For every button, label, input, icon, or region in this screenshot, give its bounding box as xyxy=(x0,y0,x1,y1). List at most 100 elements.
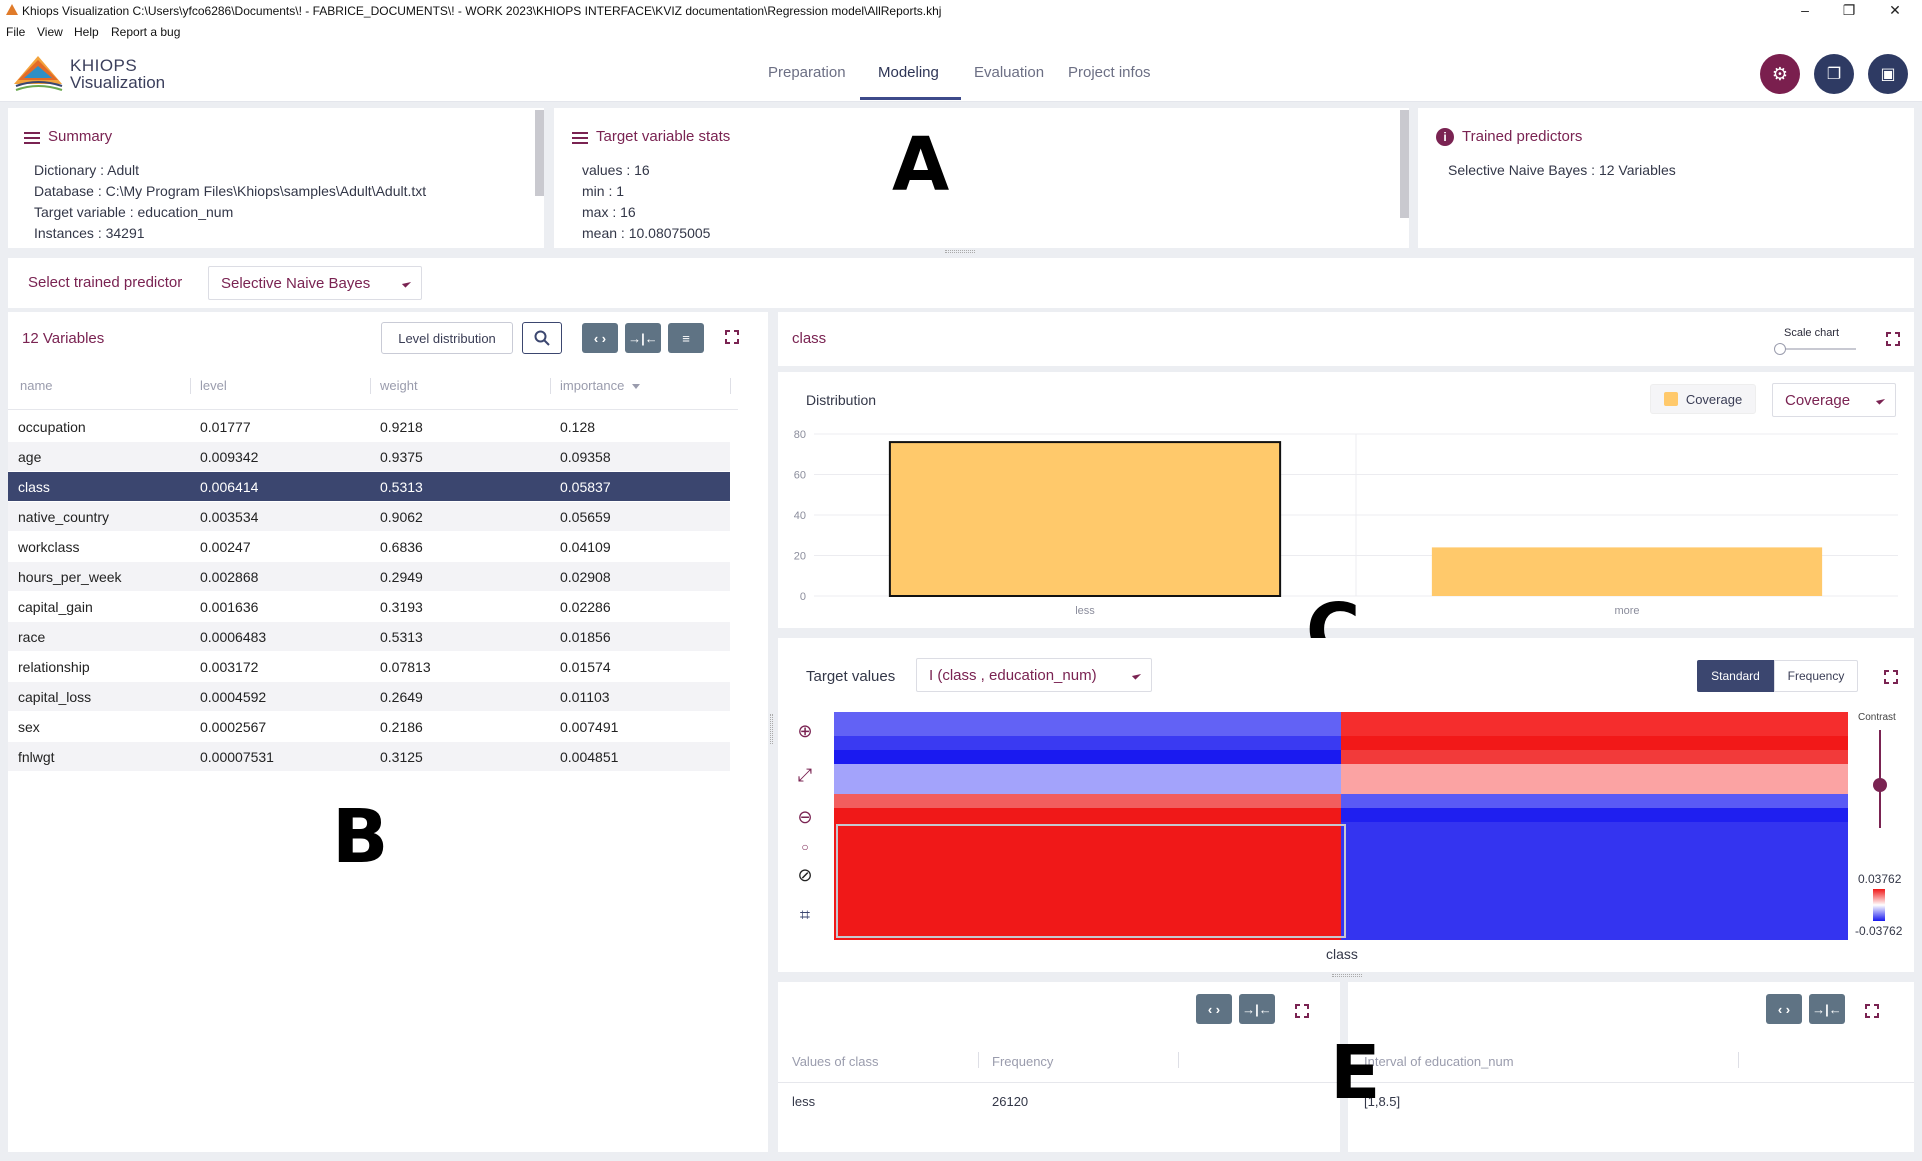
tab-preparation[interactable]: Preparation xyxy=(768,64,846,81)
restore-icon[interactable]: ❐ xyxy=(1840,2,1858,20)
row-name: relationship xyxy=(18,659,90,675)
fit-columns-button[interactable]: →|← xyxy=(1239,994,1275,1024)
fullscreen-icon[interactable] xyxy=(1884,670,1898,684)
row-weight: 0.9375 xyxy=(380,449,423,465)
target-stats-scrollbar[interactable] xyxy=(1400,110,1409,218)
heatmap-cell[interactable] xyxy=(834,712,1341,736)
vertical-splitter[interactable] xyxy=(770,714,773,744)
column-separator[interactable] xyxy=(550,378,551,394)
zoom-in-icon[interactable]: ⊕ xyxy=(794,720,816,742)
row-level: 0.002868 xyxy=(200,569,259,585)
settings-button[interactable]: ⚙ xyxy=(1760,54,1800,94)
info-icon: i xyxy=(1436,128,1454,146)
predictor-select[interactable]: Selective Naive Bayes xyxy=(208,266,422,300)
heatmap-cell[interactable] xyxy=(1341,750,1848,764)
column-separator[interactable] xyxy=(978,1052,979,1068)
heatmap-cell[interactable] xyxy=(834,736,1341,750)
bar-less[interactable] xyxy=(888,441,1282,597)
table-row[interactable]: class 0.006414 0.5313 0.05837 xyxy=(8,472,730,501)
values-table-panel: ‹ › →|← Values of class Frequency less 2… xyxy=(778,982,1340,1152)
horizontal-splitter[interactable] xyxy=(945,250,975,253)
heatmap-cell[interactable] xyxy=(1341,822,1848,940)
table-row[interactable]: fnlwgt 0.00007531 0.3125 0.004851 xyxy=(8,742,730,771)
zoom-out-icon[interactable]: ⊖ xyxy=(794,806,816,828)
hide-icon[interactable]: ⊘ xyxy=(794,864,816,886)
tab-modeling[interactable]: Modeling xyxy=(878,64,939,81)
filter-button[interactable]: ≡ xyxy=(668,323,704,353)
column-header-frequency[interactable]: Frequency xyxy=(992,1054,1053,1069)
table-row[interactable]: occupation 0.01777 0.9218 0.128 xyxy=(8,412,730,441)
close-icon[interactable]: ✕ xyxy=(1886,2,1904,20)
table-row[interactable]: relationship 0.003172 0.07813 0.01574 xyxy=(8,652,730,681)
scale-chart-slider-track[interactable] xyxy=(1778,348,1856,350)
column-header-interval[interactable]: Interval of education_num xyxy=(1364,1054,1514,1069)
scale-chart-slider-thumb[interactable] xyxy=(1774,343,1786,355)
copy-image-button[interactable]: ▣ xyxy=(1868,54,1908,94)
table-cell-value[interactable]: less xyxy=(792,1094,815,1109)
horizontal-splitter[interactable] xyxy=(1332,974,1362,977)
copy-datas-button[interactable]: ❐ xyxy=(1814,54,1854,94)
heatmap-cell[interactable] xyxy=(834,750,1341,764)
column-header-values-of-class[interactable]: Values of class xyxy=(792,1054,878,1069)
column-separator[interactable] xyxy=(1178,1052,1179,1068)
menu-help[interactable]: Help xyxy=(74,25,99,39)
fit-columns-button[interactable]: →|← xyxy=(1809,994,1845,1024)
table-row[interactable]: workclass 0.00247 0.6836 0.04109 xyxy=(8,532,730,561)
tab-evaluation[interactable]: Evaluation xyxy=(974,64,1044,81)
table-row[interactable]: native_country 0.003534 0.9062 0.05659 xyxy=(8,502,730,531)
heatmap-cell[interactable] xyxy=(1341,736,1848,750)
contrast-slider-thumb[interactable] xyxy=(1873,778,1887,792)
table-row[interactable]: capital_loss 0.0004592 0.2649 0.01103 xyxy=(8,682,730,711)
coverage-legend[interactable]: Coverage xyxy=(1650,384,1756,414)
heatmap-cell[interactable] xyxy=(1341,808,1848,822)
minimize-icon[interactable]: – xyxy=(1796,2,1814,20)
fullscreen-icon[interactable] xyxy=(1865,1004,1879,1018)
column-separator[interactable] xyxy=(370,378,371,394)
fullscreen-icon[interactable] xyxy=(725,330,739,344)
table-row[interactable]: race 0.0006483 0.5313 0.01856 xyxy=(8,622,730,651)
distribution-type-select[interactable]: Coverage xyxy=(1772,383,1896,417)
table-row[interactable]: hours_per_week 0.002868 0.2949 0.02908 xyxy=(8,562,730,591)
dropdown-arrow-icon xyxy=(401,278,412,288)
menu-report-bug[interactable]: Report a bug xyxy=(111,25,180,39)
summary-scrollbar[interactable] xyxy=(535,110,544,196)
table-row[interactable]: age 0.009342 0.9375 0.09358 xyxy=(8,442,730,471)
standard-toggle[interactable]: Standard xyxy=(1697,660,1774,692)
fullscreen-icon[interactable] xyxy=(1295,1004,1309,1018)
column-header-weight[interactable]: weight xyxy=(380,378,418,393)
crop-icon[interactable]: ⌗ xyxy=(794,904,816,926)
bar-more[interactable] xyxy=(1431,547,1823,596)
heatmap-cell[interactable] xyxy=(834,794,1341,808)
heatmap-cell[interactable] xyxy=(1341,712,1848,736)
importance-label: importance xyxy=(560,378,625,393)
reset-icon[interactable]: ○ xyxy=(794,836,816,858)
tab-project-infos[interactable]: Project infos xyxy=(1068,64,1151,81)
fullscreen-icon[interactable] xyxy=(1886,332,1900,346)
expand-columns-button[interactable]: ‹ › xyxy=(582,323,618,353)
column-separator[interactable] xyxy=(730,378,731,394)
menu-view[interactable]: View xyxy=(37,25,63,39)
search-button[interactable] xyxy=(522,322,562,354)
column-header-level[interactable]: level xyxy=(200,378,227,393)
menu-file[interactable]: File xyxy=(6,25,25,39)
expand-columns-button[interactable]: ‹ › xyxy=(1766,994,1802,1024)
heatmap-cell[interactable] xyxy=(1341,764,1848,794)
table-cell-frequency[interactable]: 26120 xyxy=(992,1094,1028,1109)
column-header-name[interactable]: name xyxy=(20,378,53,393)
column-header-importance[interactable]: importance xyxy=(560,378,640,393)
table-row[interactable]: capital_gain 0.001636 0.3193 0.02286 xyxy=(8,592,730,621)
expand-columns-button[interactable]: ‹ › xyxy=(1196,994,1232,1024)
level-distribution-button[interactable]: Level distribution xyxy=(381,322,513,354)
column-separator[interactable] xyxy=(1738,1052,1739,1068)
scale-chart-label: Scale chart xyxy=(1784,327,1840,339)
frequency-toggle[interactable]: Frequency xyxy=(1774,660,1858,692)
menu-bar: File View Help Report a bug xyxy=(0,22,1922,42)
heatmap-cell[interactable] xyxy=(1341,794,1848,808)
heatmap-cell[interactable] xyxy=(834,808,1341,822)
table-row[interactable]: sex 0.0002567 0.2186 0.007491 xyxy=(8,712,730,741)
fit-columns-button[interactable]: →|← xyxy=(625,323,661,353)
heatmap-cell[interactable] xyxy=(834,764,1341,794)
column-separator[interactable] xyxy=(190,378,191,394)
fit-to-screen-icon[interactable]: ⤢ xyxy=(794,764,816,786)
target-values-select[interactable]: I (class , education_num) xyxy=(916,658,1152,692)
